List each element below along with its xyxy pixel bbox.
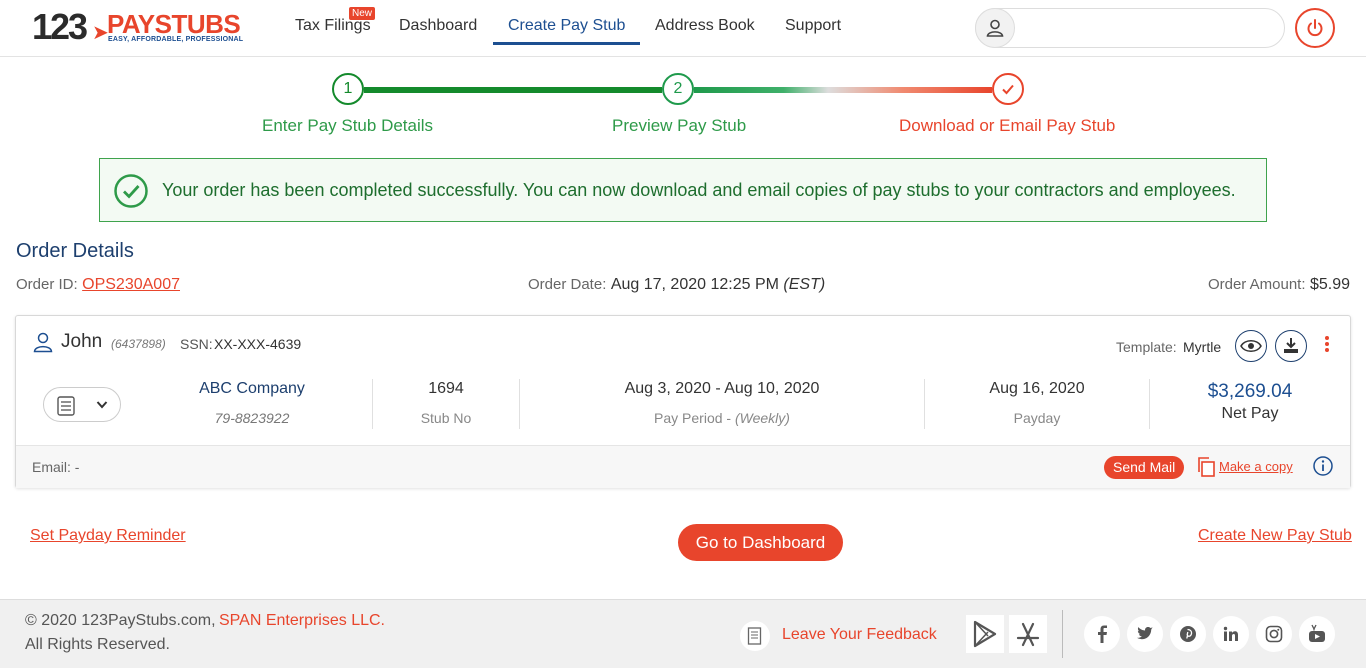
pay-stub-card: John (6437898) SSN: XX-XXX-4639 Template…: [15, 315, 1351, 488]
ssn-label: SSN:: [180, 336, 213, 352]
order-amount-label: Order Amount:: [1207, 276, 1306, 293]
app-store-icon[interactable]: [1009, 615, 1047, 653]
more-options-icon[interactable]: [1321, 335, 1333, 355]
payday-label: Payday: [1013, 410, 1061, 426]
step-3-label: Download or Email Pay Stub: [899, 116, 1116, 135]
download-icon[interactable]: [1275, 330, 1307, 362]
employee-person-icon: [33, 332, 53, 353]
column-divider: [1149, 379, 1150, 429]
chevron-down-icon: [96, 401, 108, 409]
logo-tagline: EASY, AFFORDABLE, PROFESSIONAL: [108, 36, 244, 43]
copy-icon[interactable]: [1196, 456, 1216, 478]
facebook-icon[interactable]: [1084, 616, 1120, 652]
progress-line-1: [364, 87, 662, 93]
order-date-timezone: (EST): [783, 276, 826, 293]
net-pay-label: Net Pay: [1221, 405, 1279, 422]
youtube-icon[interactable]: [1299, 616, 1335, 652]
employee-id: (6437898): [111, 337, 166, 351]
step-2-circle: 2: [662, 73, 694, 105]
order-amount: Order Amount: $5.99: [1208, 276, 1350, 294]
stub-number-label: Stub No: [420, 410, 472, 426]
email-value: Email: -: [32, 459, 80, 475]
create-new-pay-stub-link[interactable]: Create New Pay Stub: [1198, 527, 1352, 545]
info-icon[interactable]: [1312, 455, 1334, 477]
top-header: 123 ➤ PAYSTUBS EASY, AFFORDABLE, PROFESS…: [0, 0, 1366, 57]
twitter-icon[interactable]: [1127, 616, 1163, 652]
order-date-value: Aug 17, 2020 12:25 PM: [610, 276, 779, 293]
order-amount-value: $5.99: [1309, 276, 1350, 293]
step-1-label: Enter Pay Stub Details: [262, 116, 434, 135]
stub-number: 1694: [428, 380, 464, 397]
order-date: Order Date: Aug 17, 2020 12:25 PM (EST): [528, 276, 825, 294]
linkedin-icon[interactable]: [1213, 616, 1249, 652]
order-id: Order ID: OPS230A007: [16, 276, 180, 294]
step-2-label: Preview Pay Stub: [612, 116, 747, 135]
nav-support[interactable]: Support: [785, 17, 841, 35]
card-footer: Email: - Send Mail Make a copy: [16, 445, 1350, 488]
company-ein: 79-8823922: [214, 410, 290, 426]
success-message: Your order has been completed successful…: [162, 180, 1236, 200]
stub-options-dropdown[interactable]: [43, 387, 121, 422]
set-payday-reminder-link[interactable]: Set Payday Reminder: [30, 527, 186, 545]
new-badge: New: [349, 7, 376, 20]
payday-date: Aug 16, 2020: [989, 380, 1085, 397]
order-details-title: Order Details: [16, 240, 134, 262]
step-1-circle: 1: [332, 73, 364, 105]
order-id-label: Order ID:: [16, 276, 78, 293]
step-3-check-icon: [992, 73, 1024, 105]
pinterest-icon[interactable]: [1170, 616, 1206, 652]
feedback-icon[interactable]: [740, 621, 770, 651]
logo-number: 123: [32, 6, 88, 47]
template-name: Myrtle: [1183, 339, 1222, 355]
ssn-value: XX-XXX-4639: [214, 336, 302, 352]
nav-active-indicator: [493, 42, 640, 45]
make-copy-link[interactable]: Make a copy: [1219, 459, 1293, 474]
success-check-icon: [114, 174, 148, 208]
footer-divider: [1062, 610, 1063, 658]
go-to-dashboard-button[interactable]: Go to Dashboard: [678, 524, 843, 561]
nav-dashboard[interactable]: Dashboard: [399, 17, 477, 35]
template-label: Template:: [1116, 339, 1177, 355]
success-banner: Your order has been completed successful…: [99, 158, 1267, 222]
column-divider: [372, 379, 373, 429]
user-menu[interactable]: [975, 8, 1285, 48]
net-pay-amount: $3,269.04: [1207, 381, 1293, 402]
logout-power-icon[interactable]: [1295, 8, 1335, 48]
order-date-label: Order Date:: [528, 276, 607, 293]
order-id-link[interactable]: OPS230A007: [82, 276, 180, 293]
document-list-icon: [57, 396, 75, 416]
column-divider: [924, 379, 925, 429]
user-icon[interactable]: [975, 8, 1015, 48]
nav-create-pay-stub[interactable]: Create Pay Stub: [508, 17, 625, 35]
pay-period: Aug 3, 2020 - Aug 10, 2020: [624, 380, 820, 397]
company-name: ABC Company: [199, 380, 305, 397]
nav-address-book[interactable]: Address Book: [655, 17, 755, 35]
copyright-text: © 2020 123PayStubs.com,: [25, 612, 216, 629]
rights-text: All Rights Reserved.: [25, 636, 170, 653]
preview-eye-icon[interactable]: [1235, 330, 1267, 362]
send-mail-button[interactable]: Send Mail: [1104, 456, 1185, 479]
progress-line-2: [694, 87, 992, 93]
google-play-icon[interactable]: [966, 615, 1004, 653]
pay-period-label: Pay Period - (Weekly): [654, 410, 790, 426]
instagram-icon[interactable]: [1256, 616, 1292, 652]
employee-name: John: [61, 331, 103, 352]
column-divider: [519, 379, 520, 429]
leave-feedback-link[interactable]: Leave Your Feedback: [782, 626, 937, 644]
span-enterprises-link[interactable]: SPAN Enterprises LLC.: [219, 612, 385, 630]
